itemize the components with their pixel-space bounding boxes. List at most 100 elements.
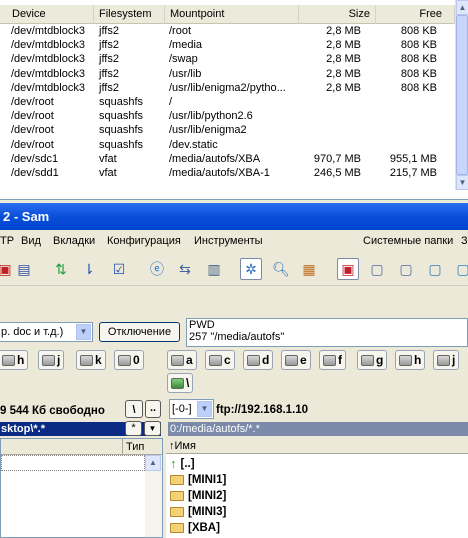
cell-size — [291, 109, 373, 123]
cell-size — [291, 95, 373, 109]
drive-icon — [42, 354, 55, 366]
window-icon[interactable]: ▣ — [337, 258, 359, 280]
drive-button-h-left[interactable]: h — [0, 350, 29, 370]
left-scrollbar[interactable]: ▲ — [145, 455, 162, 537]
menu-item-tabs[interactable]: Вкладки — [53, 231, 95, 251]
left-list-cursor[interactable] — [1, 455, 145, 471]
disk-table-scrollbar[interactable]: ▲ ▼ — [455, 0, 468, 190]
table-row[interactable]: /dev/mtdblock3 jffs2/root 2,8 MB 808 KB — [0, 24, 455, 38]
left-col-name-header[interactable] — [1, 439, 122, 455]
menu-item-system-folders[interactable]: Системные папки — [363, 231, 453, 251]
table-row[interactable]: /dev/mtdblock3 jffs2/usr/lib/enigma2/pyth… — [0, 81, 455, 95]
cell-mountpoint: /media/autofs/XBA-1 — [169, 166, 270, 179]
left-star-button[interactable]: * — [125, 421, 142, 436]
disk-table-body: /dev/mtdblock3 jffs2/root 2,8 MB 808 KB/dev… — [0, 24, 455, 180]
table-row[interactable]: /dev/mtdblock3 jffs2/media 2,8 MB 808 KB — [0, 38, 455, 52]
network-drive-icon — [118, 354, 131, 366]
browser-icon[interactable]: ⓔ — [146, 258, 168, 280]
list-item-folder[interactable]: [MINI3] — [170, 504, 226, 520]
cell-mountpoint: /swap — [169, 53, 198, 66]
drive-button-g[interactable]: g — [357, 350, 388, 370]
notepad-icon[interactable]: ▦ — [298, 258, 320, 280]
books-icon[interactable]: ▤ — [13, 258, 35, 280]
list-item-folder[interactable]: [MINI1] — [170, 472, 226, 488]
table-row[interactable]: /dev/mtdblock3 jffs2/usr/lib 2,8 MB 808 KB — [0, 67, 455, 81]
cell-size: 2,8 MB — [326, 67, 361, 80]
sort-icon[interactable]: ⇂ — [78, 258, 100, 280]
menu-item-ftp[interactable]: TP — [0, 231, 14, 251]
scroll-thumb[interactable] — [456, 15, 468, 175]
cell-device: /dev/root — [11, 124, 54, 137]
cell-size: 970,7 MB — [313, 152, 361, 165]
col-device[interactable]: Device — [0, 5, 94, 24]
file-filter-combo[interactable]: р. doc и т.д.) ▼ — [0, 322, 93, 342]
cell-device: /dev/mtdblock3 — [11, 67, 85, 80]
list-item-folder[interactable]: [XBA] — [170, 520, 220, 536]
window-title: 2 - Sam — [3, 209, 50, 224]
table-row[interactable]: /dev/mtdblock3 jffs2/swap 2,8 MB 808 KB — [0, 52, 455, 66]
menu-item-tools[interactable]: Инструменты — [194, 231, 263, 251]
ftp-icon[interactable]: ▥ — [203, 258, 225, 280]
cell-device: /dev/mtdblock3 — [11, 53, 85, 66]
sync-arrows-icon[interactable]: ⇅ — [50, 258, 72, 280]
scroll-up-icon[interactable]: ▲ — [145, 455, 161, 471]
checklist-icon[interactable]: ☑ — [108, 258, 130, 280]
up-dir-button[interactable]: .. — [145, 400, 161, 418]
list-item-parent[interactable]: ↑ [..] — [170, 456, 195, 472]
pin-icon[interactable]: ✲ — [240, 258, 262, 280]
drive-icon[interactable]: ▢ — [366, 258, 388, 280]
drive-button-j-left[interactable]: j — [38, 350, 65, 370]
col-size[interactable]: Size — [299, 5, 376, 24]
drive-button-e[interactable]: e — [281, 350, 311, 370]
col-mountpoint[interactable]: Mountpoint — [165, 5, 299, 24]
drive-button-network-root[interactable]: \ — [167, 373, 194, 393]
drive-icon — [171, 354, 184, 366]
cell-mountpoint: /root — [169, 25, 192, 37]
folder-window-icon[interactable]: ▢ — [424, 258, 446, 280]
menu-item-config[interactable]: Конфигурация — [107, 231, 181, 251]
network-icon[interactable]: ⇆ — [174, 258, 196, 280]
left-col-type-header[interactable]: Тип — [122, 439, 162, 455]
cell-device: /dev/sdc1 — [11, 152, 59, 165]
log-line-1: PWD — [189, 319, 215, 331]
col-filesystem[interactable]: Filesystem — [94, 5, 165, 24]
chevron-down-icon[interactable]: ▼ — [197, 401, 212, 417]
search-icon[interactable]: 🔍︎ — [270, 258, 292, 280]
scroll-up-icon[interactable]: ▲ — [456, 0, 468, 15]
drive-icon — [80, 354, 93, 366]
drive-button-k-left[interactable]: k — [76, 350, 106, 370]
disconnect-button[interactable]: Отключение — [99, 322, 180, 342]
drive-button-h[interactable]: h — [395, 350, 426, 370]
cell-free: 215,7 MB — [389, 166, 437, 179]
settings-window-icon[interactable]: ▢ — [452, 258, 468, 280]
drive-button-c[interactable]: c — [205, 350, 235, 370]
drive-button-0-left[interactable]: 0 — [114, 350, 144, 370]
right-path-bar[interactable]: 0:/media/autofs/*.* — [168, 422, 468, 436]
cell-free: 808 KB — [400, 53, 437, 66]
folder-icon — [170, 475, 184, 485]
drive-button-a[interactable]: a — [167, 350, 197, 370]
menu-item-view[interactable]: Вид — [21, 231, 41, 251]
table-row[interactable]: /dev/sdc1 vfat/media/autofs/XBA 970,7 MB 95… — [0, 152, 455, 166]
scroll-down-icon[interactable]: ▼ — [456, 175, 468, 190]
drive-button-f[interactable]: f — [319, 350, 346, 370]
cell-free — [373, 123, 449, 137]
menu-item-cut[interactable]: З — [461, 231, 468, 251]
drive-button-j[interactable]: j — [433, 350, 460, 370]
table-row[interactable]: /dev/root squashfs/usr/lib/python2.6 — [0, 109, 455, 123]
table-row[interactable]: /dev/root squashfs / — [0, 95, 455, 109]
table-row[interactable]: /dev/sdd1 vfat/media/autofs/XBA-1 246,5 MB… — [0, 166, 455, 180]
disk-free-window: Device Filesystem Mountpoint Size Free /… — [0, 0, 468, 200]
left-history-dropdown[interactable]: ▼ — [144, 421, 161, 436]
ftp-connection-combo[interactable]: [-0-] ▼ — [169, 399, 214, 419]
chevron-down-icon[interactable]: ▼ — [76, 324, 91, 340]
cell-free — [373, 95, 449, 109]
copy-window-icon[interactable]: ▢ — [395, 258, 417, 280]
root-dir-button[interactable]: \ — [125, 400, 143, 418]
table-row[interactable]: /dev/root squashfs/usr/lib/enigma2 — [0, 123, 455, 137]
table-row[interactable]: /dev/root squashfs/dev.static — [0, 138, 455, 152]
list-item-folder[interactable]: [MINI2] — [170, 488, 226, 504]
right-col-name-header[interactable]: ↑Имя — [166, 438, 468, 454]
drive-button-d[interactable]: d — [243, 350, 274, 370]
col-free[interactable]: Free — [376, 5, 455, 24]
